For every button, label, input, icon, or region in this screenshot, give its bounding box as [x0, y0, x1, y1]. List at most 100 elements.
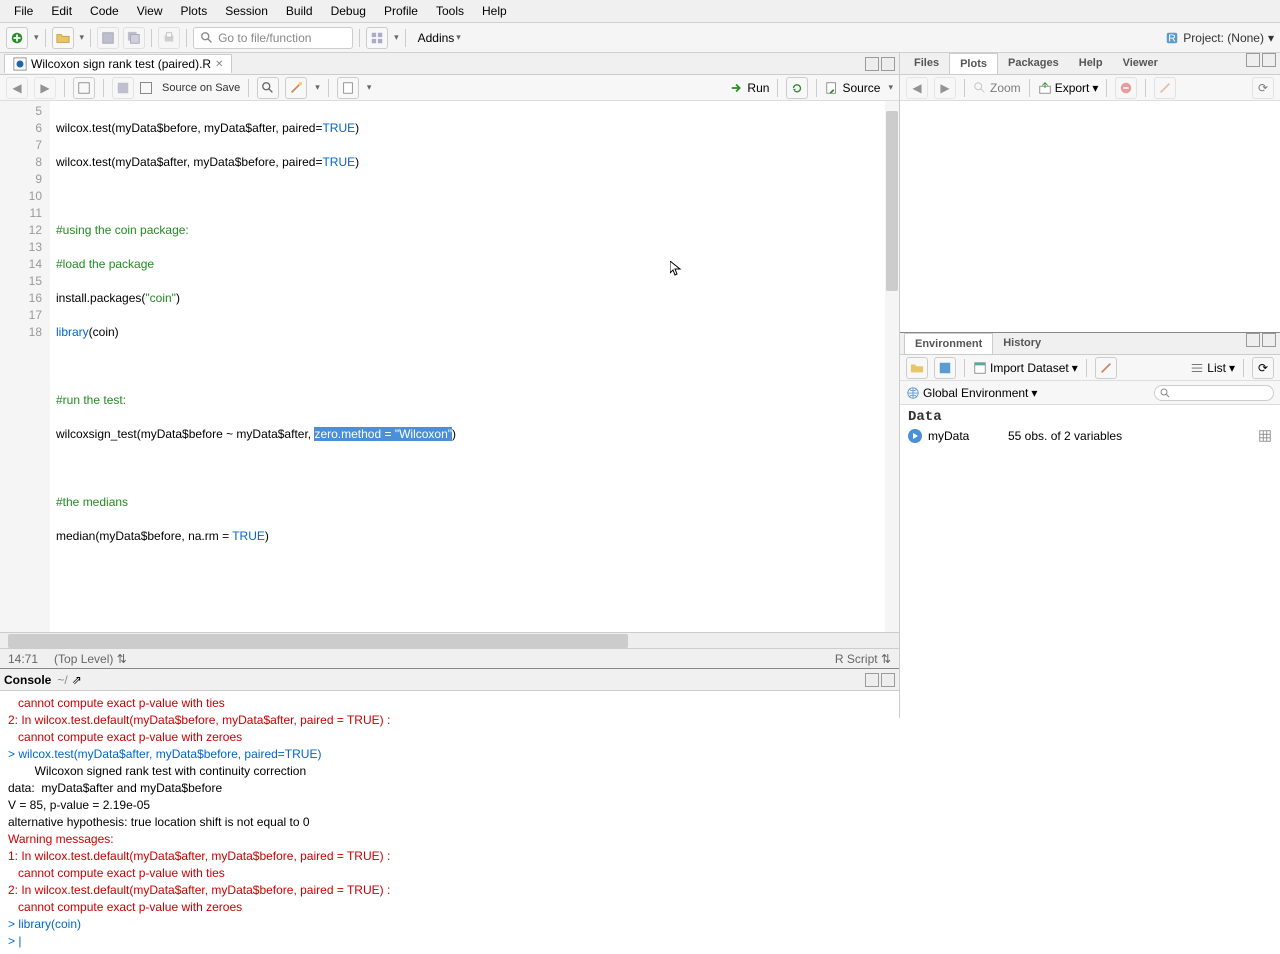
editor-hscroll[interactable] — [0, 632, 899, 648]
save-workspace-button[interactable] — [934, 357, 956, 379]
source-tabs: Wilcoxon sign rank test (paired).R ✕ — [0, 53, 899, 75]
load-workspace-button[interactable] — [906, 357, 928, 379]
search-icon — [200, 31, 214, 45]
view-mode-button[interactable]: List ▾ — [1190, 361, 1235, 375]
new-file-button[interactable] — [6, 27, 28, 49]
menu-debug[interactable]: Debug — [323, 2, 374, 20]
import-icon — [973, 361, 987, 375]
project-selector[interactable]: R Project: (None) ▾ — [1165, 31, 1274, 45]
show-in-new-window-button[interactable] — [73, 77, 95, 99]
source-button[interactable]: Source — [825, 81, 880, 95]
wand-button[interactable] — [285, 77, 307, 99]
tab-viewer[interactable]: Viewer — [1113, 53, 1168, 74]
project-icon: R — [1165, 31, 1179, 45]
refresh-plot-button[interactable]: ⟳ — [1252, 77, 1274, 99]
rerun-button[interactable] — [786, 77, 808, 99]
main-toolbar: Go to file/function Addins R Project: (N… — [0, 23, 1280, 53]
selected-text: zero.method = "Wilcoxon" — [314, 427, 452, 441]
plot-back-button[interactable]: ◀ — [906, 77, 928, 99]
grid-dropdown[interactable] — [392, 32, 399, 43]
scope-selector[interactable]: (Top Level) ⇅ — [54, 652, 127, 666]
env-variable-row[interactable]: myData 55 obs. of 2 variables — [900, 427, 1280, 445]
rscript-icon — [13, 57, 27, 71]
lang-selector[interactable]: R Script ⇅ — [835, 652, 891, 666]
console-popout-icon[interactable]: ⇗ — [72, 673, 82, 687]
tab-help[interactable]: Help — [1069, 53, 1113, 74]
menu-view[interactable]: View — [129, 2, 171, 20]
code-editor[interactable]: 56789101112131415161718 wilcox.test(myDa… — [0, 101, 899, 632]
recent-files-dropdown[interactable] — [78, 32, 85, 43]
source-tab[interactable]: Wilcoxon sign rank test (paired).R ✕ — [4, 54, 232, 73]
env-toolbar: Import Dataset ▾ List ▾ ⟳ — [900, 355, 1280, 381]
globe-icon — [906, 386, 920, 400]
console-output[interactable]: cannot compute exact p-value with ties2:… — [0, 691, 899, 954]
plot-forward-button[interactable]: ▶ — [934, 77, 956, 99]
env-search-input[interactable] — [1154, 385, 1274, 401]
tab-history[interactable]: History — [993, 333, 1051, 354]
menu-edit[interactable]: Edit — [43, 2, 80, 20]
print-button[interactable] — [158, 27, 180, 49]
clear-plots-button[interactable] — [1154, 77, 1176, 99]
list-icon — [1190, 361, 1204, 375]
menu-file[interactable]: File — [6, 2, 41, 20]
minimize-env-button[interactable] — [1246, 333, 1260, 347]
env-var-desc: 55 obs. of 2 variables — [1008, 429, 1258, 443]
refresh-env-button[interactable]: ⟳ — [1252, 357, 1274, 379]
plot-area — [900, 101, 1280, 332]
remove-plot-button[interactable] — [1115, 77, 1137, 99]
menu-plots[interactable]: Plots — [173, 2, 216, 20]
clear-env-button[interactable] — [1095, 357, 1117, 379]
zoom-icon — [973, 81, 987, 95]
tab-environment[interactable]: Environment — [904, 333, 993, 354]
forward-button[interactable]: ▶ — [34, 77, 56, 99]
export-button[interactable]: Export ▾ — [1038, 81, 1099, 95]
minimize-plots-button[interactable] — [1246, 53, 1260, 67]
addins-button[interactable]: Addins — [412, 29, 467, 47]
save-all-button[interactable] — [123, 27, 145, 49]
maximize-env-button[interactable] — [1262, 333, 1276, 347]
tab-packages[interactable]: Packages — [998, 53, 1069, 74]
minimize-console-button[interactable] — [865, 673, 879, 687]
env-data-header: Data — [900, 405, 1280, 427]
wand-dropdown[interactable] — [313, 82, 320, 93]
env-scope-bar: Global Environment ▾ — [900, 381, 1280, 405]
goto-file-input[interactable]: Go to file/function — [193, 27, 353, 49]
grid-button[interactable] — [366, 27, 388, 49]
import-dataset-button[interactable]: Import Dataset ▾ — [973, 361, 1078, 375]
editor-vscroll[interactable] — [885, 101, 899, 632]
maximize-plots-button[interactable] — [1262, 53, 1276, 67]
save-button[interactable] — [97, 27, 119, 49]
menu-tools[interactable]: Tools — [428, 2, 472, 20]
menu-profile[interactable]: Profile — [376, 2, 426, 20]
new-file-dropdown[interactable] — [32, 32, 39, 43]
editor-status: 14:71 (Top Level) ⇅ R Script ⇅ — [0, 648, 899, 668]
maximize-console-button[interactable] — [881, 673, 895, 687]
close-tab-icon[interactable]: ✕ — [215, 59, 223, 70]
source-tab-label: Wilcoxon sign rank test (paired).R — [31, 57, 211, 71]
source-dropdown[interactable] — [886, 82, 893, 93]
minimize-pane-button[interactable] — [865, 57, 879, 71]
menu-code[interactable]: Code — [82, 2, 127, 20]
menu-build[interactable]: Build — [278, 2, 321, 20]
source-on-save-checkbox[interactable] — [140, 82, 152, 94]
code-content[interactable]: wilcox.test(myData$before, myData$after,… — [50, 101, 899, 632]
env-scope-selector[interactable]: Global Environment ▾ — [906, 386, 1037, 400]
maximize-pane-button[interactable] — [881, 57, 895, 71]
menu-bar: File Edit Code View Plots Session Build … — [0, 0, 1280, 23]
view-data-icon[interactable] — [1258, 429, 1272, 443]
open-file-button[interactable] — [52, 27, 74, 49]
compile-dropdown[interactable] — [365, 82, 372, 93]
source-on-save-label: Source on Save — [162, 82, 240, 94]
compile-report-button[interactable] — [337, 77, 359, 99]
tab-files[interactable]: Files — [904, 53, 949, 74]
zoom-button[interactable]: Zoom — [973, 81, 1021, 95]
expand-variable-icon[interactable] — [908, 429, 922, 443]
save-source-button[interactable] — [112, 77, 134, 99]
menu-help[interactable]: Help — [474, 2, 515, 20]
find-button[interactable] — [257, 77, 279, 99]
menu-session[interactable]: Session — [217, 2, 276, 20]
console-path: ~/ — [57, 673, 67, 687]
tab-plots[interactable]: Plots — [949, 53, 998, 74]
run-button[interactable]: Run — [730, 81, 769, 95]
back-button[interactable]: ◀ — [6, 77, 28, 99]
